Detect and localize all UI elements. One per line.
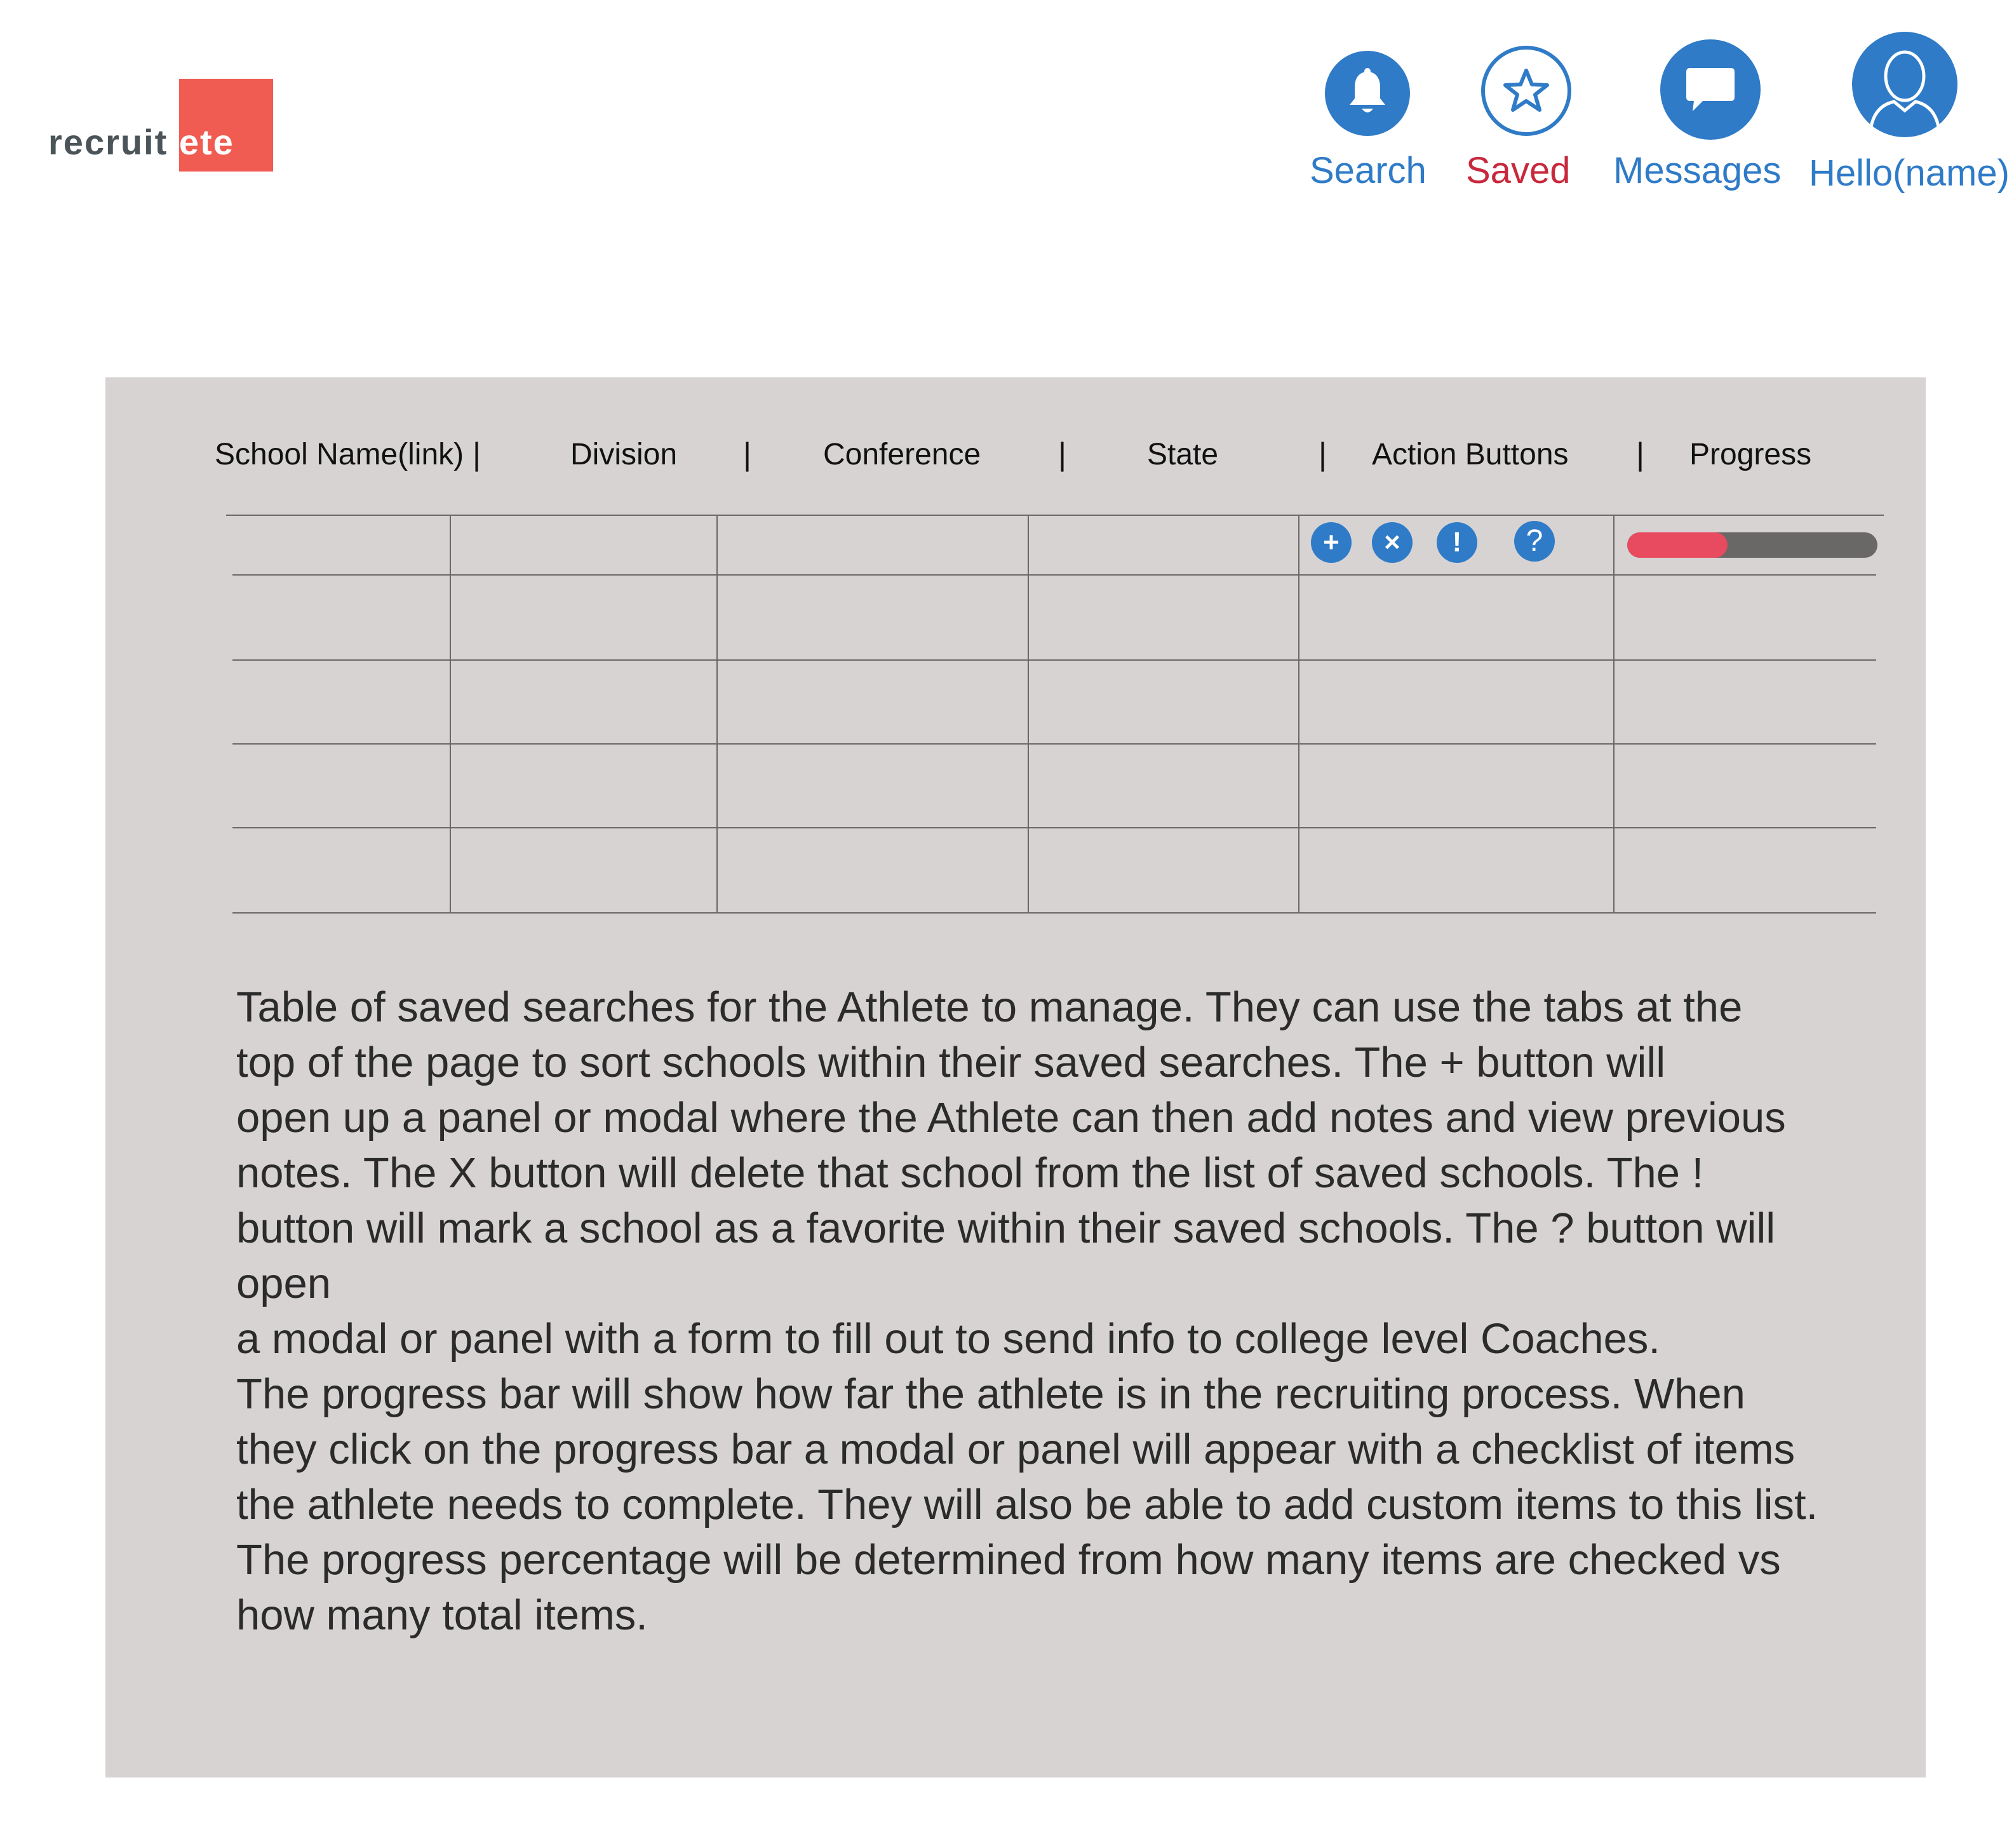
table-line: [232, 912, 1876, 914]
contact-coach-button[interactable]: ?: [1514, 521, 1555, 562]
nav-search-label: Search: [1310, 150, 1427, 191]
header-action-buttons: Action Buttons: [1372, 438, 1569, 471]
bell-icon: [1325, 51, 1410, 136]
description-line: notes. The X button will delete that sch…: [236, 1149, 1704, 1197]
user-icon: [1852, 32, 1957, 137]
table-column-line: [716, 515, 718, 912]
table-column-line: [1298, 515, 1299, 912]
description-line: The progress percentage will be determin…: [236, 1536, 1781, 1584]
description-line: open up a panel or modal where the Athle…: [236, 1094, 1786, 1142]
description-line: The progress bar will show how far the a…: [236, 1370, 1745, 1418]
star-icon: [1481, 46, 1571, 136]
description-line: button will mark a school as a favorite …: [236, 1204, 1776, 1307]
table-line: [226, 515, 1884, 516]
table-column-line: [450, 515, 451, 912]
nav-profile-label: Hello(name): [1809, 152, 2010, 194]
header-separator: |: [1058, 436, 1066, 472]
saved-schools-panel: School Name(link) | Division | Conferenc…: [105, 377, 1926, 1777]
header-separator: |: [473, 436, 481, 472]
header-separator: |: [1636, 436, 1644, 472]
header-state[interactable]: State: [1147, 440, 1218, 470]
progress-bar[interactable]: [1627, 532, 1877, 558]
logo[interactable]: recruitlete: [48, 79, 277, 174]
table-line: [232, 827, 1876, 828]
header-separator: |: [1319, 436, 1327, 472]
add-notes-button[interactable]: +: [1311, 522, 1352, 563]
table-line: [232, 574, 1876, 576]
table-column-line: [1028, 515, 1029, 912]
nav-messages-label: Messages: [1613, 150, 1782, 191]
favorite-school-button[interactable]: !: [1437, 522, 1477, 563]
nav-saved-label: Saved: [1466, 150, 1571, 191]
table-line: [232, 743, 1876, 745]
table-line: [232, 659, 1876, 661]
description-line: a modal or panel with a form to fill out…: [236, 1315, 1661, 1363]
description-line: top of the page to sort schools within t…: [236, 1039, 1666, 1086]
header-progress[interactable]: Progress: [1689, 440, 1811, 470]
logo-text-recruit: recruit: [48, 122, 168, 162]
header-division[interactable]: Division: [570, 440, 677, 470]
header-conference[interactable]: Conference: [823, 440, 981, 470]
chat-bubble-icon: [1660, 39, 1761, 140]
description-line: the athlete needs to complete. They will…: [236, 1481, 1818, 1528]
description-line: they click on the progress bar a modal o…: [236, 1426, 1796, 1473]
header-school-name[interactable]: School Name(link): [215, 440, 464, 470]
description-text: Table of saved searches for the Athlete …: [236, 980, 1862, 1643]
header-separator: |: [743, 436, 751, 472]
description-line: Table of saved searches for the Athlete …: [236, 983, 1743, 1031]
logo-text-lete: lete: [168, 122, 234, 162]
logo-text: recruitlete: [48, 125, 234, 160]
progress-bar-fill: [1627, 532, 1728, 558]
description-line: how many total items.: [236, 1591, 648, 1639]
table-column-line: [1613, 515, 1615, 912]
delete-school-button[interactable]: ×: [1372, 522, 1413, 563]
